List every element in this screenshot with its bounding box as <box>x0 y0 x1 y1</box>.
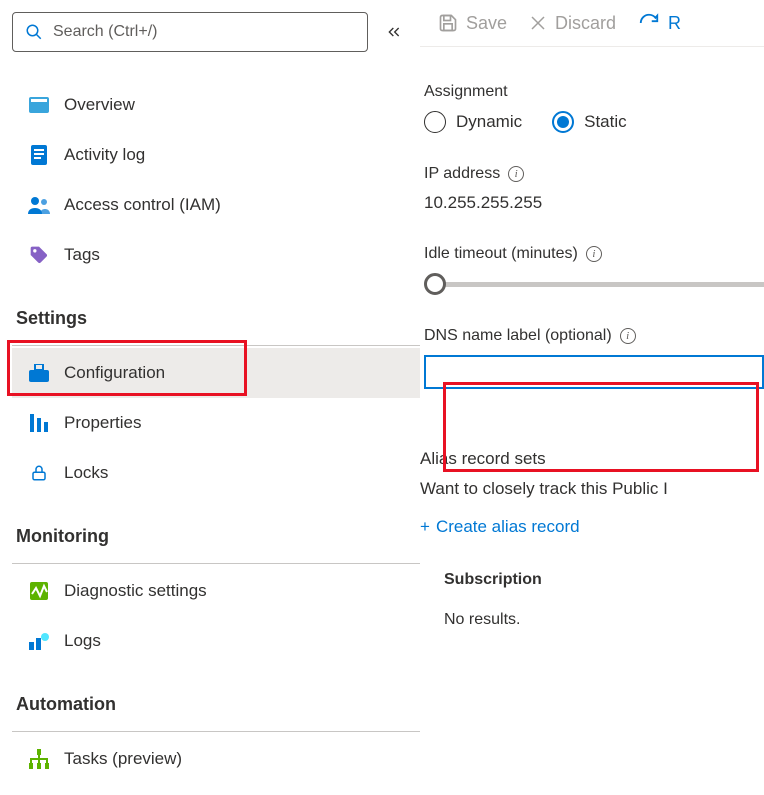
ip-address-label: IP address <box>424 165 500 183</box>
access-control-icon <box>28 194 50 216</box>
nav-label: Tasks (preview) <box>64 749 182 769</box>
collapse-chevron-icon[interactable] <box>386 24 402 40</box>
slider-thumb-icon[interactable] <box>424 273 446 295</box>
properties-icon <box>28 412 50 434</box>
tags-icon <box>28 244 50 266</box>
toolbar: Save Discard R <box>420 12 764 47</box>
discard-icon <box>529 14 547 32</box>
nav-label: Diagnostic settings <box>64 581 207 601</box>
create-alias-label: Create alias record <box>436 517 580 537</box>
nav-label: Locks <box>64 463 108 483</box>
search-icon <box>25 23 43 41</box>
settings-section-title: Settings <box>12 280 420 337</box>
discard-button[interactable]: Discard <box>529 13 616 34</box>
nav-label: Access control (IAM) <box>64 195 221 215</box>
radio-checked-icon <box>552 111 574 133</box>
subscription-panel: Subscription No results. <box>420 561 764 639</box>
monitoring-section-title: Monitoring <box>12 498 420 555</box>
assignment-dynamic-radio[interactable]: Dynamic <box>424 111 522 133</box>
diagnostic-icon <box>28 580 50 602</box>
idle-timeout-field: Idle timeout (minutes) i <box>420 245 764 295</box>
nav-item-access-control[interactable]: Access control (IAM) <box>12 180 420 230</box>
assignment-label: Assignment <box>424 83 764 101</box>
plus-icon: + <box>420 517 430 537</box>
save-icon <box>438 13 458 33</box>
info-icon[interactable]: i <box>586 246 602 262</box>
save-button[interactable]: Save <box>438 13 507 34</box>
nav-item-logs[interactable]: Logs <box>12 616 420 666</box>
dns-name-label: DNS name label (optional) <box>424 327 612 345</box>
ip-address-value: 10.255.255.255 <box>424 193 764 213</box>
dns-name-field: DNS name label (optional) i <box>420 327 764 389</box>
radio-label: Static <box>584 112 627 132</box>
locks-icon <box>28 462 50 484</box>
nav-label: Activity log <box>64 145 145 165</box>
overview-icon <box>28 94 50 116</box>
sidebar: Overview Activity log Access control (IA… <box>0 0 420 795</box>
nav-label: Overview <box>64 95 135 115</box>
activity-log-icon <box>28 144 50 166</box>
nav-item-configuration[interactable]: Configuration <box>12 348 420 398</box>
info-icon[interactable]: i <box>620 328 636 344</box>
idle-timeout-slider[interactable] <box>424 273 764 295</box>
subscription-noresults: No results. <box>444 611 764 629</box>
alias-title: Alias record sets <box>420 449 764 469</box>
logs-icon <box>28 630 50 652</box>
radio-unchecked-icon <box>424 111 446 133</box>
nav-item-properties[interactable]: Properties <box>12 398 420 448</box>
assignment-field: Assignment Dynamic Static <box>420 83 764 133</box>
separator <box>12 563 420 564</box>
info-icon[interactable]: i <box>508 166 524 182</box>
save-label: Save <box>466 13 507 34</box>
configuration-icon <box>28 362 50 384</box>
nav-label: Properties <box>64 413 141 433</box>
alias-description: Want to closely track this Public I <box>420 479 764 499</box>
nav-label: Logs <box>64 631 101 651</box>
assignment-static-radio[interactable]: Static <box>552 111 627 133</box>
nav-item-locks[interactable]: Locks <box>12 448 420 498</box>
separator <box>12 731 420 732</box>
refresh-button[interactable]: R <box>638 12 681 34</box>
slider-track[interactable] <box>440 282 764 287</box>
search-input[interactable] <box>53 23 355 41</box>
nav: Overview Activity log Access control (IA… <box>12 80 420 784</box>
create-alias-link[interactable]: + Create alias record <box>420 517 764 537</box>
nav-item-diagnostic-settings[interactable]: Diagnostic settings <box>12 566 420 616</box>
idle-timeout-label: Idle timeout (minutes) <box>424 245 578 263</box>
search-input-wrapper[interactable] <box>12 12 368 52</box>
tasks-icon <box>28 748 50 770</box>
nav-item-overview[interactable]: Overview <box>12 80 420 130</box>
alias-record-section: Alias record sets Want to closely track … <box>420 449 764 639</box>
nav-label: Configuration <box>64 363 165 383</box>
separator <box>12 345 420 346</box>
ip-address-field: IP address i 10.255.255.255 <box>420 165 764 213</box>
nav-label: Tags <box>64 245 100 265</box>
dns-name-input[interactable] <box>424 355 764 389</box>
radio-label: Dynamic <box>456 112 522 132</box>
refresh-label: R <box>668 13 681 34</box>
discard-label: Discard <box>555 13 616 34</box>
nav-item-activity-log[interactable]: Activity log <box>12 130 420 180</box>
nav-item-tags[interactable]: Tags <box>12 230 420 280</box>
main-panel: Save Discard R Assignment Dynamic <box>420 0 764 795</box>
subscription-title: Subscription <box>444 571 764 589</box>
nav-item-tasks[interactable]: Tasks (preview) <box>12 734 420 784</box>
automation-section-title: Automation <box>12 666 420 723</box>
refresh-icon <box>638 12 660 34</box>
